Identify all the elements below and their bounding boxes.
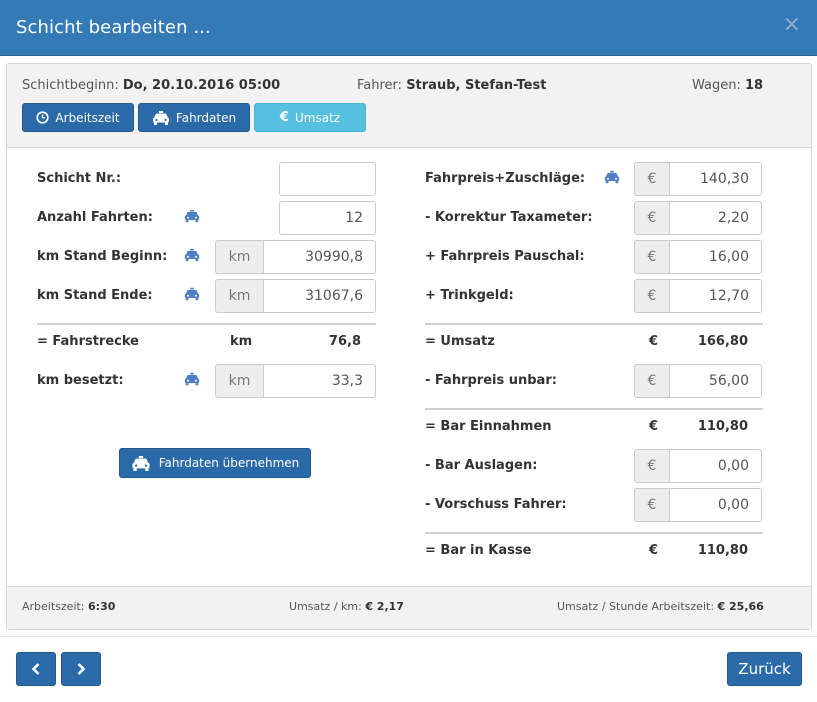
fahrpreis-pauschal-label: + Fahrpreis Pauschal: (425, 249, 585, 264)
umsatz-stunde-stat-label: Umsatz / Stunde Arbeitszeit: (557, 600, 715, 613)
divider (425, 408, 763, 410)
tab-fahrdaten[interactable]: Fahrdaten (138, 103, 250, 132)
umsatz-km-stat-value: € 2,17 (365, 600, 404, 613)
arbeitszeit-stat-label: Arbeitszeit: (22, 600, 85, 613)
km-unit-addon: km (215, 240, 263, 274)
tab-arbeitszeit[interactable]: Arbeitszeit (22, 103, 134, 132)
fahrpreis-unbar-input[interactable]: 56,00 (669, 364, 762, 398)
schichtbeginn-info: Schichtbeginn: Do, 20.10.2016 05:00 (22, 78, 280, 93)
chevron-left-icon (31, 663, 40, 675)
tab-umsatz[interactable]: € Umsatz (254, 103, 366, 132)
umsatz-unit: € (649, 334, 659, 349)
tab-arbeitszeit-label: Arbeitszeit (55, 110, 120, 125)
divider (425, 532, 763, 534)
bar-in-kasse-label: = Bar in Kasse (425, 543, 532, 558)
taxi-icon (184, 372, 200, 386)
umsatz-label: = Umsatz (425, 334, 495, 349)
trinkgeld-input[interactable]: 12,70 (669, 279, 762, 313)
taxi-icon (132, 455, 150, 471)
schicht-nr-input[interactable] (279, 162, 376, 196)
bar-auslagen-input[interactable]: 0,00 (669, 449, 762, 483)
back-button[interactable]: Zurück (727, 652, 802, 686)
footer-separator (0, 636, 817, 637)
divider (37, 323, 376, 325)
euro-unit-addon: € (634, 279, 669, 313)
fahrstrecke-label: = Fahrstrecke (37, 334, 139, 349)
umsatz-km-stat-label: Umsatz / km: (289, 600, 362, 613)
fahrdaten-uebernehmen-label: Fahrdaten übernehmen (158, 456, 300, 470)
clock-icon (36, 111, 50, 124)
fahrer-label: Fahrer: (357, 78, 403, 93)
dialog-title: Schicht bearbeiten ... (16, 17, 211, 38)
bar-auslagen-label: - Bar Auslagen: (425, 458, 538, 473)
dialog-titlebar: Schicht bearbeiten ... × (0, 0, 817, 56)
km-stand-beginn-label: km Stand Beginn: (37, 249, 168, 264)
km-unit-addon: km (215, 364, 263, 398)
euro-unit-addon: € (634, 364, 669, 398)
bar-einnahmen-label: = Bar Einnahmen (425, 419, 552, 434)
anzahl-fahrten-label: Anzahl Fahrten: (37, 210, 153, 225)
schichtbeginn-label: Schichtbeginn: (22, 78, 119, 93)
euro-icon: € (279, 110, 289, 125)
divider (425, 323, 763, 325)
bar-einnahmen-unit: € (649, 419, 659, 434)
fahrpreis-pauschal-input[interactable]: 16,00 (669, 240, 762, 274)
umsatz-km-stat: Umsatz / km: € 2,17 (289, 600, 404, 613)
fahrdaten-uebernehmen-button[interactable]: Fahrdaten übernehmen (119, 448, 311, 478)
km-besetzt-label: km besetzt: (37, 373, 124, 388)
korrektur-taxameter-input[interactable]: 2,20 (669, 201, 762, 235)
close-icon[interactable]: × (783, 14, 801, 36)
korrektur-taxameter-label: - Korrektur Taxameter: (425, 210, 593, 225)
euro-unit-addon: € (634, 240, 669, 274)
fahrpreis-zuschlaege-input[interactable]: 140,30 (669, 162, 762, 196)
tab-umsatz-label: Umsatz (294, 110, 341, 125)
fahrer-info: Fahrer: Straub, Stefan-Test (357, 78, 546, 93)
euro-unit-addon: € (634, 201, 669, 235)
arbeitszeit-stat: Arbeitszeit: 6:30 (22, 600, 115, 613)
wagen-info: Wagen: 18 (692, 78, 763, 93)
km-stand-ende-input[interactable]: 31067,6 (263, 279, 376, 313)
umsatz-value: 166,80 (697, 334, 748, 349)
euro-unit-addon: € (634, 449, 669, 483)
bar-einnahmen-value: 110,80 (697, 419, 748, 434)
umsatz-stunde-stat: Umsatz / Stunde Arbeitszeit: € 25,66 (557, 600, 764, 613)
fahrstrecke-unit: km (230, 334, 253, 349)
previous-button[interactable] (16, 652, 56, 686)
taxi-icon (604, 170, 620, 184)
km-stand-ende-label: km Stand Ende: (37, 288, 153, 303)
taxi-icon (184, 209, 200, 223)
schicht-nr-label: Schicht Nr.: (37, 171, 122, 186)
euro-unit-addon: € (634, 488, 669, 522)
fahrpreis-zuschlaege-label: Fahrpreis+Zuschläge: (425, 171, 586, 186)
taxi-icon (184, 248, 200, 262)
km-stand-beginn-input[interactable]: 30990,8 (263, 240, 376, 274)
anzahl-fahrten-input[interactable]: 12 (279, 201, 376, 235)
fahrstrecke-value: 76,8 (328, 334, 361, 349)
trinkgeld-label: + Trinkgeld: (425, 288, 514, 303)
vorschuss-fahrer-input[interactable]: 0,00 (669, 488, 762, 522)
schichtbeginn-value: Do, 20.10.2016 05:00 (122, 78, 281, 93)
arbeitszeit-stat-value: 6:30 (88, 600, 116, 613)
wagen-value: 18 (745, 78, 764, 93)
bar-in-kasse-unit: € (649, 543, 659, 558)
km-unit-addon: km (215, 279, 263, 313)
chevron-right-icon (77, 663, 86, 675)
taxi-icon (184, 287, 200, 301)
bar-in-kasse-value: 110,80 (697, 543, 748, 558)
taxi-icon (152, 110, 169, 125)
tab-fahrdaten-label: Fahrdaten (175, 110, 237, 125)
umsatz-stunde-stat-value: € 25,66 (717, 600, 764, 613)
fahrer-value: Straub, Stefan-Test (406, 78, 547, 93)
wagen-label: Wagen: (692, 78, 741, 93)
next-button[interactable] (61, 652, 101, 686)
fahrpreis-unbar-label: - Fahrpreis unbar: (425, 373, 557, 388)
vorschuss-fahrer-label: - Vorschuss Fahrer: (425, 497, 567, 512)
km-besetzt-input[interactable]: 33,3 (263, 364, 376, 398)
euro-unit-addon: € (634, 162, 669, 196)
